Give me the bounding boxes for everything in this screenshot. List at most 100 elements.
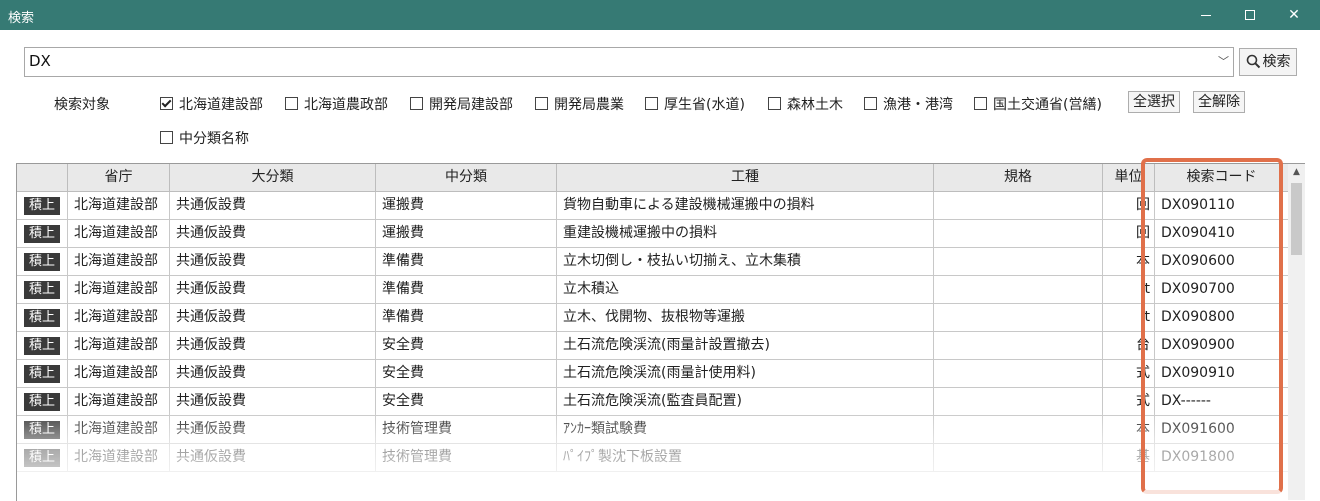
- work-type-cell: 土石流危険渓流(雨量計設置撤去): [557, 332, 934, 360]
- status-badge: 積上: [23, 197, 60, 215]
- unit-cell: 基: [1103, 444, 1155, 472]
- middle-category-cell: 技術管理費: [376, 416, 557, 444]
- column-header-major-category[interactable]: 大分類: [170, 164, 376, 192]
- ministry-cell: 北海道建設部: [68, 332, 170, 360]
- magnifier-icon: [1246, 54, 1260, 69]
- middle-category-cell: 準備費: [376, 248, 557, 276]
- status-badge: 積上: [23, 309, 60, 327]
- search-input[interactable]: [25, 48, 1209, 74]
- checkbox-icon: [864, 97, 877, 110]
- unit-cell: 式: [1103, 360, 1155, 388]
- spec-cell: [934, 360, 1103, 388]
- select-all-button[interactable]: 全選択: [1128, 91, 1180, 113]
- major-category-cell: 共通仮設費: [170, 332, 376, 360]
- major-category-cell: 共通仮設費: [170, 192, 376, 220]
- ministry-cell: 北海道建設部: [68, 192, 170, 220]
- column-header-search-code[interactable]: 検索コード: [1155, 164, 1289, 192]
- search-combobox[interactable]: ﹀: [24, 47, 1234, 77]
- major-category-cell: 共通仮設費: [170, 444, 376, 472]
- search-code-cell: DX------: [1155, 388, 1289, 416]
- column-header-unit[interactable]: 単位: [1103, 164, 1155, 192]
- major-category-cell: 共通仮設費: [170, 304, 376, 332]
- ministry-cell: 北海道建設部: [68, 416, 170, 444]
- column-header-badge[interactable]: [17, 164, 68, 192]
- middle-category-cell: 技術管理費: [376, 444, 557, 472]
- work-type-cell: ﾊﾟｲﾌﾟ製沈下板設置: [557, 444, 934, 472]
- search-code-cell: DX090600: [1155, 248, 1289, 276]
- unit-cell: 台: [1103, 332, 1155, 360]
- spec-cell: [934, 192, 1103, 220]
- badge-cell: 積上: [17, 248, 68, 276]
- search-button[interactable]: 検索: [1239, 48, 1297, 76]
- search-code-cell: DX090110: [1155, 192, 1289, 220]
- chevron-down-icon[interactable]: ﹀: [1218, 53, 1229, 69]
- results-grid[interactable]: 省庁 大分類 中分類 工種 規格 単位 検索コード 積上 北海道建設部 共通仮設費運…: [16, 163, 1289, 501]
- search-code-cell: DX091800: [1155, 444, 1289, 472]
- spec-cell: [934, 248, 1103, 276]
- maximize-button[interactable]: [1228, 0, 1272, 30]
- filter-checkbox-hokkaido-kensetsu[interactable]: 北海道建設部: [160, 94, 263, 114]
- middle-category-cell: 運搬費: [376, 192, 557, 220]
- work-type-cell: 立木切倒し・枝払い切揃え、立木集積: [557, 248, 934, 276]
- filter-checkbox-kaihatsu-nougyou[interactable]: 開発局農業: [535, 94, 624, 114]
- filter-checkbox-kousei-suidou[interactable]: 厚生省(水道): [645, 94, 745, 114]
- column-header-ministry[interactable]: 省庁: [68, 164, 170, 192]
- badge-cell: 積上: [17, 388, 68, 416]
- ministry-cell: 北海道建設部: [68, 388, 170, 416]
- column-header-spec[interactable]: 規格: [934, 164, 1103, 192]
- unit-cell: t: [1103, 304, 1155, 332]
- ministry-cell: 北海道建設部: [68, 360, 170, 388]
- status-badge: 積上: [23, 281, 60, 299]
- middle-category-cell: 準備費: [376, 276, 557, 304]
- column-header-middle-category[interactable]: 中分類: [376, 164, 557, 192]
- vertical-scrollbar[interactable]: ▲: [1288, 163, 1305, 500]
- checkbox-icon: [160, 131, 173, 144]
- major-category-cell: 共通仮設費: [170, 220, 376, 248]
- checkbox-icon: [974, 97, 987, 110]
- filter-checkbox-kokudo-eizen[interactable]: 国土交通省(営繕): [974, 94, 1102, 114]
- badge-cell: 積上: [17, 220, 68, 248]
- unit-cell: t: [1103, 276, 1155, 304]
- filter-checkbox-gyokou-kouwan[interactable]: 漁港・港湾: [864, 94, 953, 114]
- unit-cell: 回: [1103, 220, 1155, 248]
- clear-all-button[interactable]: 全解除: [1193, 91, 1245, 113]
- work-type-cell: 土石流危険渓流(監査員配置): [557, 388, 934, 416]
- search-code-cell: DX090410: [1155, 220, 1289, 248]
- column-header-work-type[interactable]: 工種: [557, 164, 934, 192]
- spec-cell: [934, 416, 1103, 444]
- close-button[interactable]: ✕: [1272, 0, 1316, 30]
- close-icon: ✕: [1288, 7, 1300, 23]
- major-category-cell: 共通仮設費: [170, 248, 376, 276]
- filter-checkbox-kaihatsu-kensetsu[interactable]: 開発局建設部: [410, 94, 513, 114]
- status-badge: 積上: [23, 449, 60, 467]
- maximize-icon: [1245, 10, 1255, 20]
- checkbox-icon: [285, 97, 298, 110]
- unit-cell: 本: [1103, 416, 1155, 444]
- search-button-label: 検索: [1262, 54, 1291, 70]
- major-category-cell: 共通仮設費: [170, 276, 376, 304]
- work-type-cell: 土石流危険渓流(雨量計使用料): [557, 360, 934, 388]
- minimize-button[interactable]: [1184, 0, 1228, 30]
- filter-checkbox-shinrin-doboku[interactable]: 森林土木: [768, 94, 843, 114]
- middle-category-cell: 安全費: [376, 332, 557, 360]
- work-type-cell: 重建設機械運搬中の損料: [557, 220, 934, 248]
- badge-cell: 積上: [17, 332, 68, 360]
- work-type-cell: ｱﾝｶｰ類試験費: [557, 416, 934, 444]
- minimize-icon: [1201, 14, 1211, 16]
- badge-cell: 積上: [17, 416, 68, 444]
- status-badge: 積上: [23, 337, 60, 355]
- spec-cell: [934, 388, 1103, 416]
- status-badge: 積上: [23, 421, 60, 439]
- filter-checkbox-hokkaido-nousei[interactable]: 北海道農政部: [285, 94, 388, 114]
- work-type-cell: 立木、伐開物、抜根物等運搬: [557, 304, 934, 332]
- middle-category-cell: 運搬費: [376, 220, 557, 248]
- spec-cell: [934, 444, 1103, 472]
- unit-cell: 式: [1103, 388, 1155, 416]
- scroll-up-icon[interactable]: ▲: [1288, 164, 1305, 181]
- unit-cell: 回: [1103, 192, 1155, 220]
- spec-cell: [934, 332, 1103, 360]
- badge-cell: 積上: [17, 276, 68, 304]
- checkbox-icon: [410, 97, 423, 110]
- scrollbar-thumb[interactable]: [1291, 183, 1302, 255]
- filter-checkbox-chuubunrui[interactable]: 中分類名称: [160, 128, 249, 148]
